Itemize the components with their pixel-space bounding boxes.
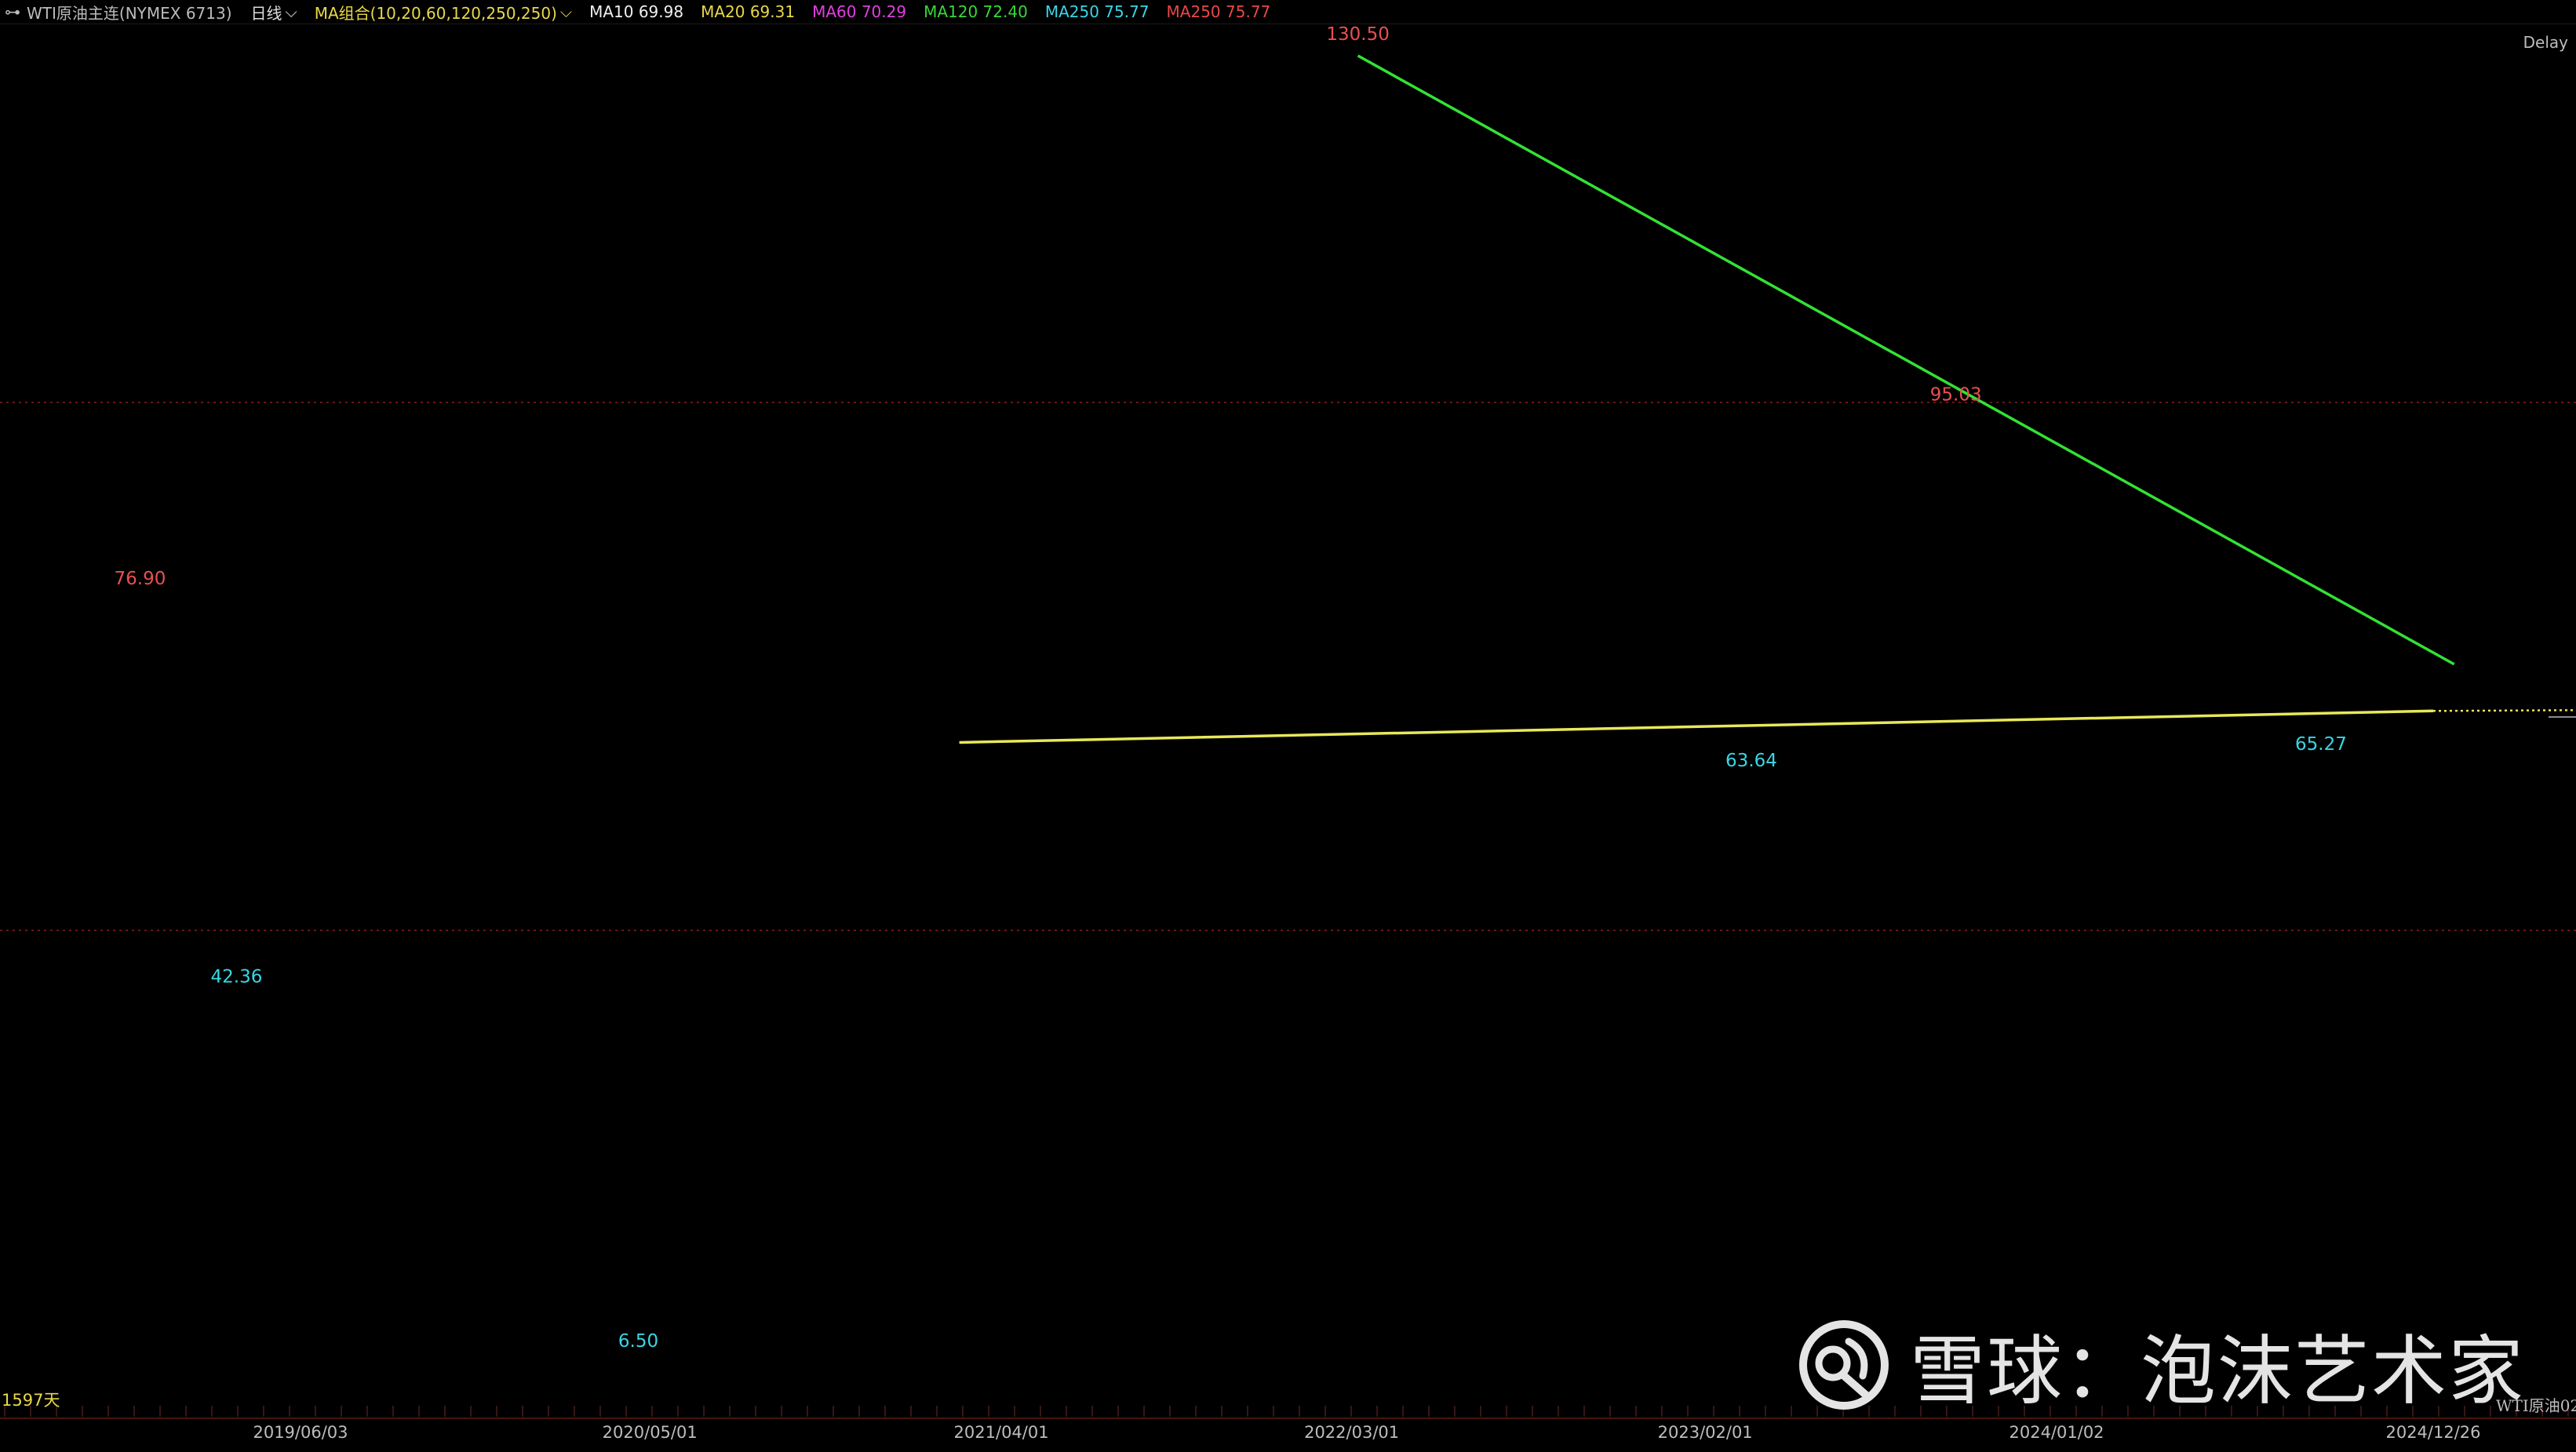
x-tick-label: 2023/02/01 [1658, 1423, 1753, 1442]
trendlines [959, 54, 2576, 744]
days-count: 1597天 [2, 1391, 60, 1410]
resistance-trendline[interactable] [1357, 54, 2455, 666]
price-label: 65.27 [2295, 734, 2347, 755]
watermark: 雪球：泡沫艺术家 [1797, 1310, 2525, 1419]
support-extension [2432, 709, 2576, 712]
xueqiu-logo-icon [1799, 1319, 1889, 1410]
x-tick-label: 2022/03/01 [1304, 1423, 1399, 1442]
price-label: 130.50 [1326, 24, 1389, 45]
price-gridlines [0, 402, 2576, 931]
price-chart[interactable]: 76.90 42.36 6.50 130.50 63.64 95.03 65.27 2019… [0, 0, 2576, 1452]
price-annotations: 76.90 42.36 6.50 130.50 63.64 95.03 65.27 [115, 24, 2347, 1352]
x-tick-label: 2019/06/03 [253, 1423, 348, 1442]
price-label: 95.03 [1930, 384, 1982, 405]
x-tick-label: 2020/05/01 [603, 1423, 698, 1442]
x-tick-label: 2024/12/26 [2385, 1423, 2480, 1442]
price-label: 6.50 [618, 1331, 658, 1352]
chart-window: { "header": { "icon": "link-icon", "inst… [0, 0, 2576, 1452]
price-label: 63.64 [1725, 751, 1777, 771]
price-label: 42.36 [211, 966, 263, 987]
watermark-text: 雪球：泡沫艺术家 [1910, 1327, 2525, 1415]
price-label: 76.90 [115, 569, 166, 589]
x-tick-label: 2024/01/02 [2009, 1423, 2104, 1442]
support-trendline[interactable] [959, 709, 2434, 744]
x-tick-label: 2021/04/01 [954, 1423, 1049, 1442]
